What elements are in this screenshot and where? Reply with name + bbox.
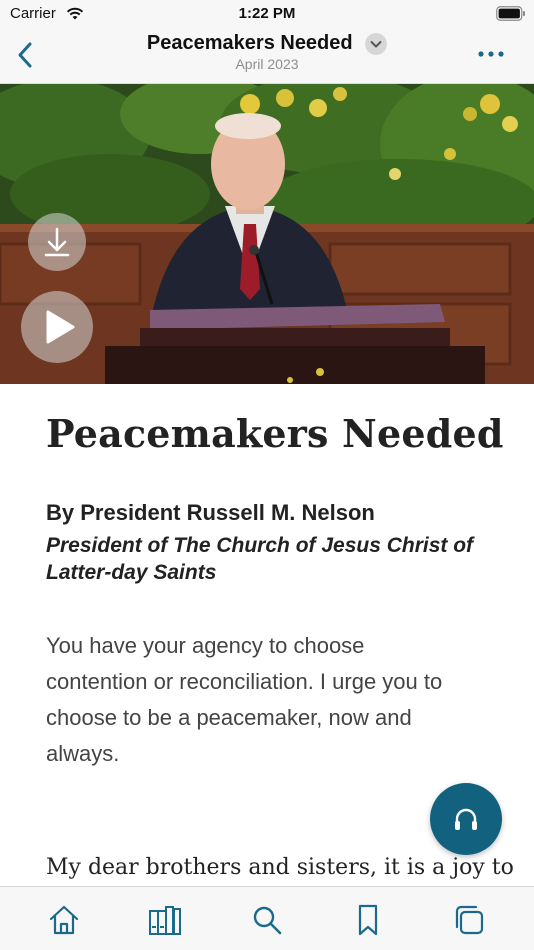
kicker-line: always. <box>46 741 120 766</box>
play-icon <box>46 310 75 344</box>
search-icon[interactable] <box>250 903 284 937</box>
more-ellipsis-icon[interactable] <box>476 46 506 62</box>
kicker-line: choose to be a peacemaker, now and <box>46 705 412 730</box>
home-icon[interactable] <box>47 903 81 937</box>
clock-label: 1:22 PM <box>238 5 296 22</box>
download-button[interactable] <box>28 213 86 271</box>
bookmark-icon[interactable] <box>351 903 385 937</box>
page-title: Peacemakers Needed <box>146 32 353 54</box>
audio-player-button[interactable] <box>430 783 502 855</box>
tab-bar <box>0 886 534 950</box>
back-chevron-icon[interactable] <box>12 38 40 72</box>
video-thumbnail[interactable] <box>0 84 534 384</box>
chevron-down-icon[interactable] <box>365 32 388 55</box>
kicker-line: You have your agency to choose <box>46 633 365 658</box>
kicker-line: contention or reconciliation. I urge you… <box>46 669 443 694</box>
download-icon <box>44 227 70 257</box>
play-button[interactable] <box>21 291 93 363</box>
navigation-bar: Peacemakers Needed April 2023 <box>0 28 534 84</box>
author-role: President of The Church of Jesus Christ … <box>46 532 506 586</box>
article-title: Peacemakers Needed <box>46 411 504 456</box>
author-role-line: Latter-day Saints <box>46 561 217 584</box>
status-bar: Carrier 1:22 PM <box>0 0 534 28</box>
library-icon[interactable] <box>148 903 182 937</box>
author-role-line: President of The Church of Jesus Christ … <box>46 534 474 557</box>
page-subtitle: April 2023 <box>235 56 299 72</box>
screens-icon[interactable] <box>452 903 486 937</box>
headphones-icon <box>455 808 477 830</box>
title-switcher[interactable]: Peacemakers Needed April 2023 <box>100 32 434 72</box>
author-name: By President Russell M. Nelson <box>46 500 375 525</box>
battery-icon <box>496 6 525 21</box>
article-kicker: You have your agency to choose contentio… <box>46 628 506 772</box>
article-body-paragraph: My dear brothers and sisters, it is a jo… <box>46 855 514 880</box>
